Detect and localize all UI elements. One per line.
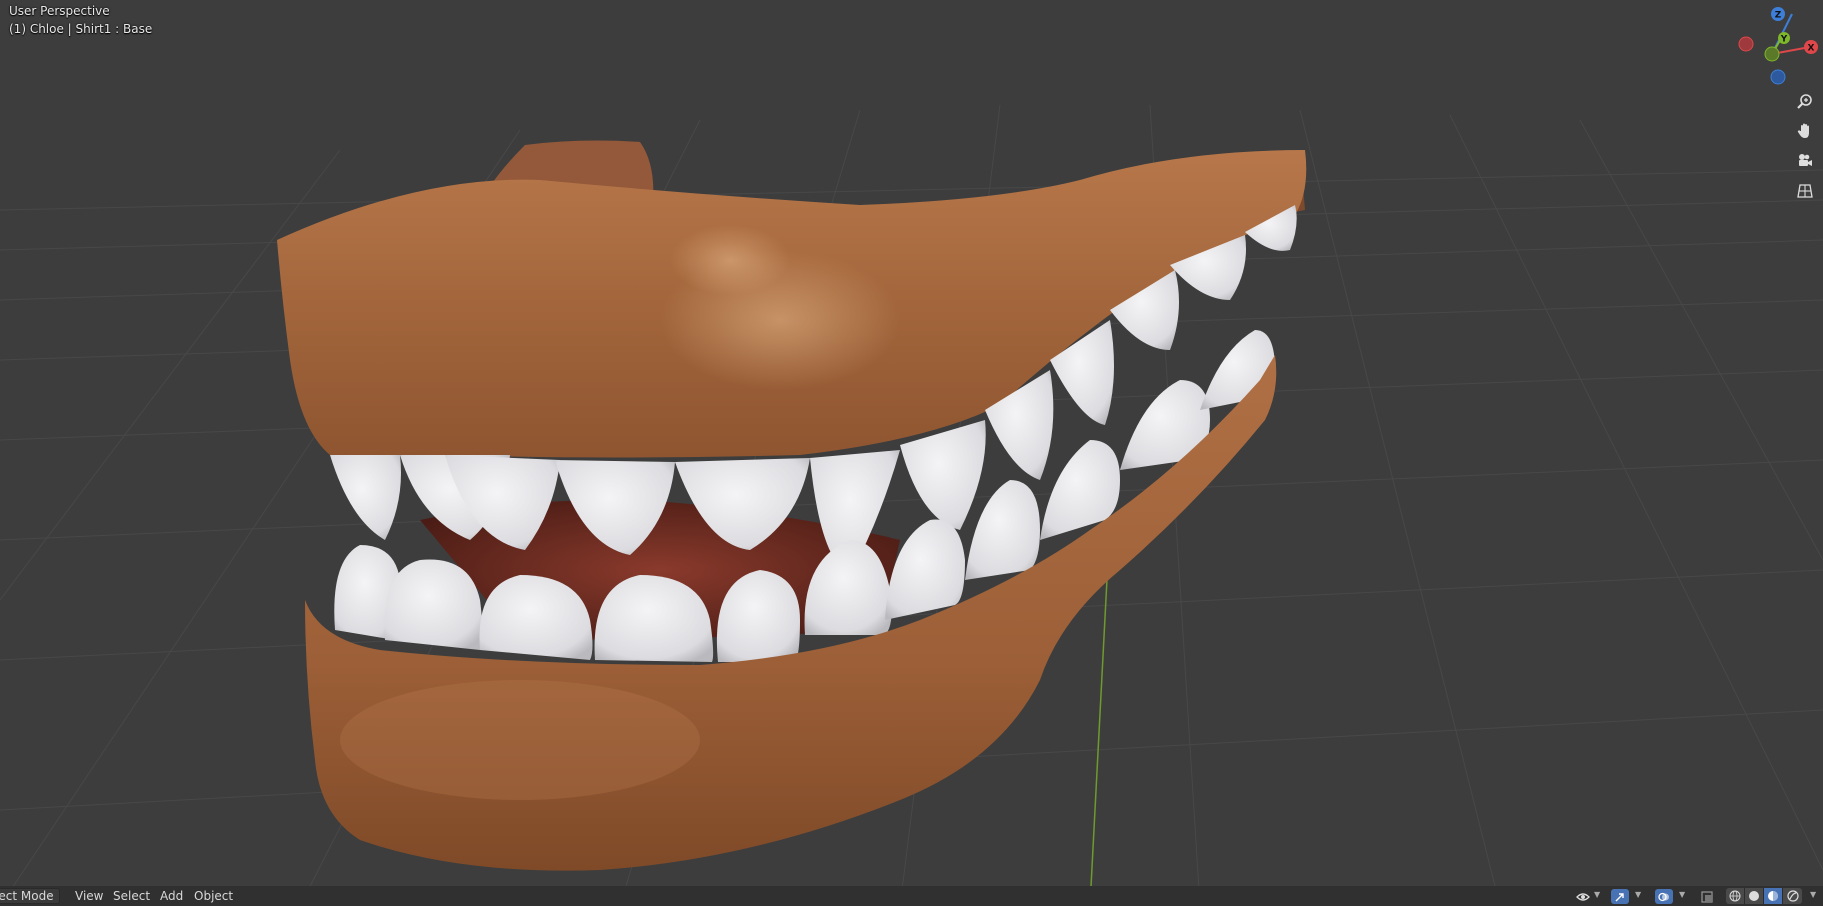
eye-icon	[1576, 892, 1590, 901]
gizmo-x-label: X	[1808, 44, 1815, 54]
material-sphere-icon	[1768, 891, 1778, 901]
overlays-toggle-button[interactable]	[1655, 889, 1673, 904]
scene-render[interactable]	[0, 0, 1823, 906]
ortho-toggle-button[interactable]	[1792, 178, 1818, 204]
menu-add[interactable]: Add	[157, 888, 186, 904]
chevron-down-icon: ⌄	[47, 890, 55, 900]
viewport-header: Object Mode ⌄ View Select Add Object ▼ ▼…	[0, 886, 1823, 906]
shading-rendered-button[interactable]	[1783, 888, 1802, 904]
gizmo-arrow-icon	[1615, 892, 1624, 901]
navigation-gizmo[interactable]: Y Z X	[1738, 6, 1822, 86]
zoom-icon	[1797, 94, 1812, 109]
gizmo-z-neg-handle[interactable]	[1770, 69, 1786, 85]
xray-toggle-button[interactable]	[1700, 889, 1714, 904]
3d-viewport[interactable]: User Perspective (1) Chloe | Shirt1 : Ba…	[0, 0, 1823, 906]
hand-pan-icon	[1797, 123, 1809, 138]
menu-select[interactable]: Select	[110, 888, 153, 904]
mode-dropdown[interactable]: Object Mode ⌄	[0, 888, 60, 904]
chevron-down-icon[interactable]: ▼	[1810, 890, 1816, 899]
chevron-down-icon[interactable]: ▼	[1679, 890, 1685, 899]
gizmo-y-label: Y	[1780, 35, 1788, 45]
mode-dropdown-label: Object Mode	[0, 889, 54, 903]
gizmo-x-neg-handle[interactable]	[1738, 36, 1754, 52]
camera-icon	[1799, 154, 1812, 166]
zoom-button[interactable]	[1792, 89, 1818, 115]
gizmo-z-label: Z	[1775, 11, 1782, 21]
gizmo-toggle-button[interactable]	[1611, 889, 1629, 904]
visibility-button[interactable]	[1576, 889, 1590, 904]
shading-wireframe-button[interactable]	[1726, 888, 1745, 904]
gizmo-y-neg-handle[interactable]	[1764, 46, 1780, 62]
shading-material-button[interactable]	[1764, 888, 1783, 904]
camera-view-button[interactable]	[1792, 148, 1818, 174]
shading-mode-group	[1726, 888, 1802, 904]
overlay-circles-icon	[1658, 892, 1669, 901]
menu-object[interactable]: Object	[191, 888, 236, 904]
rendered-sphere-icon	[1786, 890, 1799, 902]
chevron-down-icon[interactable]: ▼	[1594, 890, 1600, 899]
shading-solid-button[interactable]	[1745, 888, 1764, 904]
object-info-label: (1) Chloe | Shirt1 : Base	[9, 22, 153, 36]
chevron-down-icon[interactable]: ▼	[1635, 890, 1641, 899]
menu-view[interactable]: View	[72, 888, 106, 904]
xray-icon	[1701, 890, 1713, 903]
view-name-label: User Perspective	[9, 4, 110, 18]
pan-button[interactable]	[1792, 118, 1818, 144]
wireframe-sphere-icon	[1729, 890, 1741, 902]
grid-ortho-icon	[1797, 184, 1813, 198]
solid-sphere-icon	[1749, 891, 1759, 901]
y-axis-line	[1089, 559, 1109, 906]
